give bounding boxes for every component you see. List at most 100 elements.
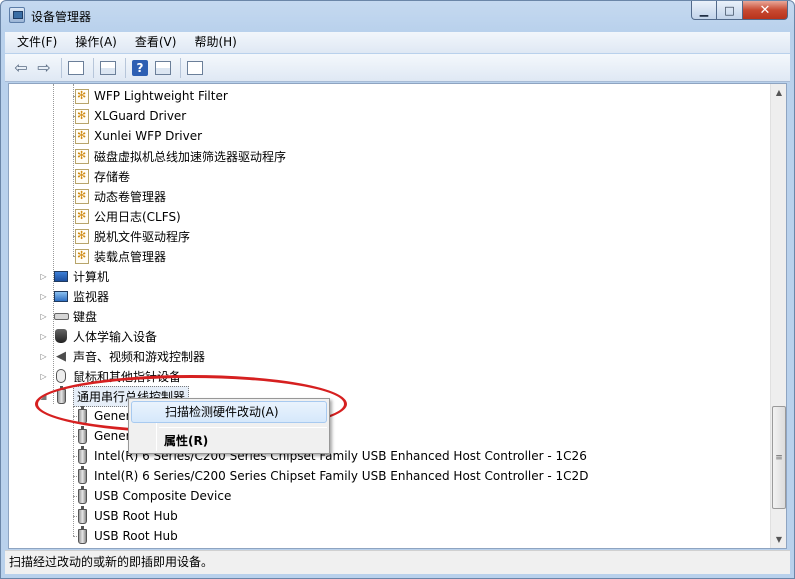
menu-file[interactable]: 文件(F) bbox=[11, 33, 63, 52]
device-manager-window: 设备管理器 ▁ □ ✕ 文件(F) 操作(A) 查看(V) 帮助(H) ⇦ ⇨ … bbox=[0, 0, 795, 579]
tree-item-label: 监视器 bbox=[73, 289, 110, 304]
properties-button[interactable] bbox=[98, 58, 118, 78]
status-bar: 扫描经过改动的或新的即插即用设备。 bbox=[5, 550, 790, 574]
toolbar: ⇦ ⇨ ? bbox=[5, 54, 790, 82]
show-hide-console-tree-button[interactable] bbox=[66, 58, 86, 78]
tree-item-label: 脱机文件驱动程序 bbox=[94, 229, 191, 244]
tree-category-keyboard[interactable]: ▷ 键盘 bbox=[39, 306, 97, 326]
scroll-up-arrow-icon[interactable]: ▲ bbox=[771, 84, 786, 101]
tree-category-monitor[interactable]: ▷ 监视器 bbox=[39, 286, 109, 306]
tree-item-label: XLGuard Driver bbox=[94, 109, 187, 123]
expand-icon[interactable]: ▷ bbox=[39, 352, 48, 361]
tree-item[interactable]: USB Composite Device bbox=[73, 485, 232, 506]
help-icon: ? bbox=[132, 59, 148, 76]
hid-icon bbox=[53, 328, 69, 344]
expand-icon[interactable]: ▷ bbox=[39, 272, 48, 281]
tree-item[interactable]: Intel(R) 6 Series/C200 Series Chipset Fa… bbox=[73, 465, 589, 486]
back-button[interactable]: ⇦ bbox=[11, 58, 31, 78]
forward-button[interactable]: ⇨ bbox=[34, 58, 54, 78]
menu-action[interactable]: 操作(A) bbox=[69, 33, 123, 52]
toolbar-separator bbox=[180, 57, 181, 78]
tree-item-label: Xunlei WFP Driver bbox=[94, 129, 203, 143]
driver-icon bbox=[74, 168, 90, 184]
window-title: 设备管理器 bbox=[31, 10, 92, 24]
driver-icon bbox=[74, 128, 90, 144]
monitor-icon bbox=[53, 288, 69, 304]
tree-item[interactable]: 动态卷管理器 bbox=[73, 186, 166, 206]
driver-icon bbox=[74, 108, 90, 124]
tree-item-label: USB Root Hub bbox=[94, 509, 178, 523]
expand-icon[interactable]: ▷ bbox=[39, 332, 48, 341]
collapse-icon[interactable]: ◢ bbox=[39, 392, 48, 401]
tree-category-hid[interactable]: ▷ 人体学输入设备 bbox=[39, 326, 157, 346]
expand-icon[interactable]: ▷ bbox=[39, 312, 48, 321]
tree-item[interactable]: XLGuard Driver bbox=[73, 106, 186, 126]
tree-category-mouse[interactable]: ▷ 鼠标和其他指针设备 bbox=[39, 366, 181, 386]
speaker-icon: ◀ bbox=[56, 348, 66, 364]
toolbar-separator bbox=[61, 57, 62, 78]
tree-item[interactable]: Xunlei WFP Driver bbox=[73, 126, 202, 146]
menu-view[interactable]: 查看(V) bbox=[129, 33, 183, 52]
menu-separator bbox=[159, 427, 327, 428]
driver-icon bbox=[74, 88, 90, 104]
properties-icon bbox=[100, 60, 116, 75]
window-controls: ▁ □ ✕ bbox=[691, 1, 788, 21]
toolbar-separator bbox=[93, 57, 94, 78]
expand-icon[interactable]: ▷ bbox=[39, 292, 48, 301]
scrollbar-thumb[interactable]: ≡ bbox=[772, 406, 786, 509]
tree-item-label: 存储卷 bbox=[94, 169, 131, 184]
menu-help[interactable]: 帮助(H) bbox=[188, 33, 242, 52]
tree-item-label: Gener bbox=[94, 429, 131, 443]
tree-item[interactable]: WFP Lightweight Filter bbox=[73, 86, 228, 106]
tree-item[interactable]: 磁盘虚拟机总线加速筛选器驱动程序 bbox=[73, 146, 286, 166]
keyboard-icon bbox=[53, 308, 69, 324]
tree-item-label: 计算机 bbox=[73, 269, 110, 284]
minimize-button[interactable]: ▁ bbox=[691, 1, 717, 20]
title-bar[interactable]: 设备管理器 ▁ □ ✕ bbox=[1, 1, 794, 31]
tree-item-label: Intel(R) 6 Series/C200 Series Chipset Fa… bbox=[94, 469, 589, 483]
tree-item-label: USB Root Hub bbox=[94, 529, 178, 543]
scan-hardware-icon bbox=[187, 60, 203, 75]
device-tree: WFP Lightweight Filter XLGuard Driver Xu… bbox=[9, 84, 771, 548]
menu-bar: 文件(F) 操作(A) 查看(V) 帮助(H) bbox=[5, 32, 790, 53]
usb-icon bbox=[53, 385, 69, 404]
properties-menu-item[interactable]: 属性(R) bbox=[131, 430, 327, 452]
tree-item[interactable]: 装载点管理器 bbox=[73, 246, 166, 266]
tree-item[interactable]: 脱机文件驱动程序 bbox=[73, 226, 190, 246]
tree-item-label: USB Composite Device bbox=[94, 489, 232, 503]
tree-item[interactable]: Gener bbox=[73, 405, 131, 426]
vertical-scrollbar[interactable]: ▲ ≡ ▼ bbox=[770, 84, 786, 548]
arrow-right-icon: ⇨ bbox=[37, 58, 51, 77]
tree-item[interactable]: 存储卷 bbox=[73, 166, 130, 186]
tree-item[interactable]: USB Root Hub bbox=[73, 525, 178, 546]
help-button[interactable]: ? bbox=[130, 58, 150, 78]
tree-item-label: 磁盘虚拟机总线加速筛选器驱动程序 bbox=[94, 149, 287, 164]
driver-icon bbox=[74, 228, 90, 244]
expand-icon[interactable]: ▷ bbox=[39, 372, 48, 381]
tree-item[interactable]: USB Root Hub bbox=[73, 505, 178, 526]
toolbar-separator bbox=[125, 57, 126, 78]
driver-icon bbox=[74, 148, 90, 164]
tree-item-label: Gener bbox=[94, 409, 131, 423]
scan-hardware-changes-menu-item[interactable]: 扫描检测硬件改动(A) bbox=[131, 401, 327, 423]
console-tree-icon bbox=[68, 60, 84, 75]
driver-icon bbox=[74, 248, 90, 264]
action-pane-button[interactable] bbox=[153, 58, 173, 78]
driver-icon bbox=[74, 188, 90, 204]
scroll-down-arrow-icon[interactable]: ▼ bbox=[771, 531, 786, 548]
tree-item[interactable]: Gener bbox=[73, 425, 131, 446]
tree-item-label: 公用日志(CLFS) bbox=[94, 209, 181, 224]
tree-item[interactable]: 公用日志(CLFS) bbox=[73, 206, 181, 226]
computer-icon bbox=[53, 268, 69, 284]
tree-category-sound[interactable]: ▷ ◀ 声音、视频和游戏控制器 bbox=[39, 346, 205, 366]
tree-item-label: 装载点管理器 bbox=[94, 249, 167, 264]
tree-item-label: 动态卷管理器 bbox=[94, 189, 167, 204]
context-menu: 扫描检测硬件改动(A) 属性(R) bbox=[128, 398, 330, 454]
tree-item-label: 键盘 bbox=[73, 309, 98, 324]
tree-item-label: 鼠标和其他指针设备 bbox=[73, 369, 182, 384]
driver-icon bbox=[74, 208, 90, 224]
tree-category-computer[interactable]: ▷ 计算机 bbox=[39, 266, 109, 286]
scan-hardware-button[interactable] bbox=[185, 58, 205, 78]
maximize-button[interactable]: □ bbox=[717, 1, 743, 20]
close-button[interactable]: ✕ bbox=[743, 1, 788, 20]
